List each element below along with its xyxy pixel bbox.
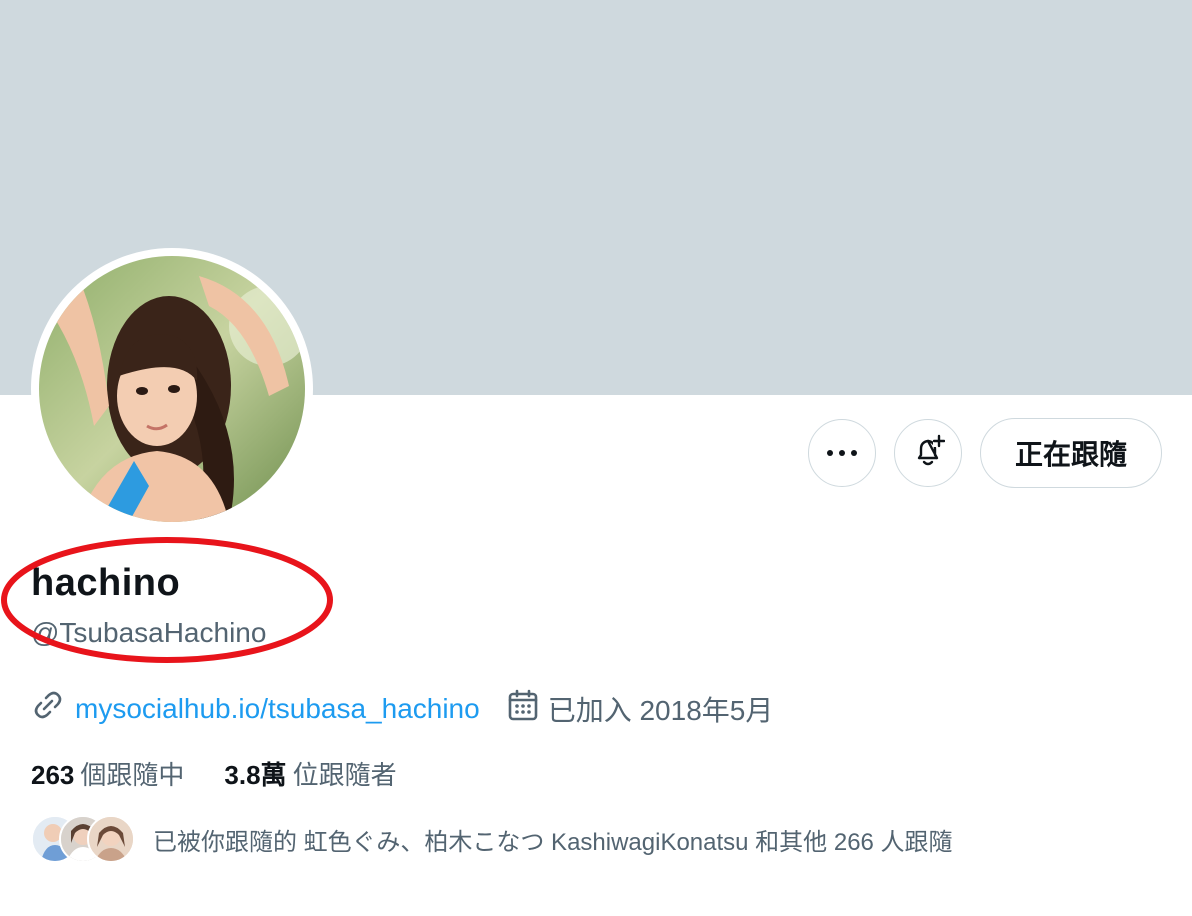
- following-label: 個跟隨中: [80, 760, 185, 790]
- followers-stat[interactable]: 3.8萬 位跟隨者: [224, 755, 396, 792]
- profile-actions: 正在跟隨: [807, 418, 1162, 488]
- website-link[interactable]: mysocialhub.io/tsubasa_hachino: [75, 693, 480, 725]
- more-button[interactable]: [807, 419, 876, 487]
- profile-stats: 263 個跟隨中 3.8萬 位跟隨者: [31, 755, 397, 792]
- profile-meta: mysocialhub.io/tsubasa_hachino 已加入 2018年…: [31, 688, 773, 729]
- join-date: 已加入 2018年5月: [547, 694, 774, 726]
- followers-count: 3.8萬: [224, 760, 287, 790]
- followers-you-know[interactable]: 已被你跟隨的 虹色ぐみ、柏木こなつ KashiwagiKonatsu 和其他 2…: [31, 815, 953, 863]
- following-button[interactable]: 正在跟隨: [979, 418, 1162, 488]
- link-icon: [31, 688, 65, 729]
- known-follower-avatars: [31, 815, 135, 863]
- user-handle: @TsubasaHachino: [31, 617, 267, 648]
- followers-label: 位跟隨者: [292, 760, 397, 790]
- bell-plus-icon: [911, 434, 946, 473]
- display-name: hachino: [31, 562, 181, 604]
- profile-avatar[interactable]: [31, 248, 313, 530]
- avatar: [87, 815, 135, 863]
- following-count: 263: [31, 760, 75, 790]
- following-stat[interactable]: 263 個跟隨中: [31, 755, 184, 792]
- known-followers-text: 已被你跟隨的 虹色ぐみ、柏木こなつ KashiwagiKonatsu 和其他 2…: [153, 828, 953, 856]
- calendar-icon: [508, 689, 538, 728]
- avatar-photo: [39, 256, 305, 522]
- notifications-button[interactable]: [893, 419, 962, 487]
- more-horizontal-icon: [826, 444, 858, 462]
